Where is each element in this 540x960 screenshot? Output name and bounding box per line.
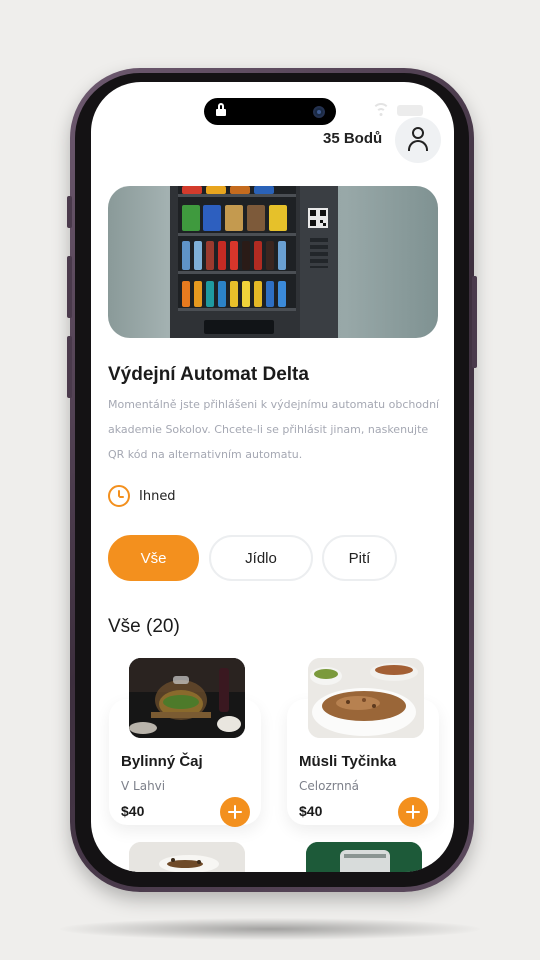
product-subtitle: Celozrnná <box>299 779 360 793</box>
filter-all[interactable]: Vše <box>108 535 199 581</box>
product-image-muesli-bar <box>308 658 424 738</box>
section-title: Vše (20) <box>108 616 180 637</box>
vending-machine <box>170 186 338 338</box>
product-price: $40 <box>299 803 323 819</box>
product-name: Müsli Tyčinka <box>299 753 397 770</box>
filter-food[interactable]: Jídlo <box>209 535 313 581</box>
add-to-cart-button[interactable] <box>220 797 250 827</box>
wifi-icon <box>372 103 390 117</box>
machine-description: Momentálně jste přihlášeni k výdejnímu a… <box>108 398 440 461</box>
filter-drinks[interactable]: Pití <box>322 535 397 581</box>
vending-machine-image <box>108 186 438 338</box>
qr-code-icon <box>308 208 328 228</box>
add-to-cart-button[interactable] <box>398 797 428 827</box>
profile-button[interactable] <box>395 117 441 163</box>
availability-indicator: Ihned <box>108 484 176 508</box>
phone-floor-shadow <box>60 918 480 940</box>
product-price: $40 <box>121 803 145 819</box>
phone-volume-down-button <box>67 336 72 398</box>
dynamic-island <box>204 98 336 125</box>
lock-icon <box>216 103 226 116</box>
availability-label: Ihned <box>139 488 176 504</box>
phone-volume-up-button <box>67 256 72 318</box>
product-image-herbal-tea <box>129 658 245 738</box>
product-subtitle: V Lahvi <box>121 779 166 793</box>
points-balance: 35 Bodů <box>323 130 383 147</box>
product-image-next-row-left <box>129 842 245 872</box>
battery-icon <box>397 105 423 116</box>
clock-icon <box>108 485 130 507</box>
machine-name: Výdejní Automat Delta <box>108 364 309 385</box>
product-image-next-row-right <box>306 842 422 872</box>
app-screen: 35 Bodů Výdejní Automat Delta Momentálně… <box>91 82 454 872</box>
phone-power-button <box>472 276 477 368</box>
camera-icon <box>313 106 325 118</box>
product-name: Bylinný Čaj <box>121 753 203 770</box>
phone-action-button <box>67 196 72 228</box>
